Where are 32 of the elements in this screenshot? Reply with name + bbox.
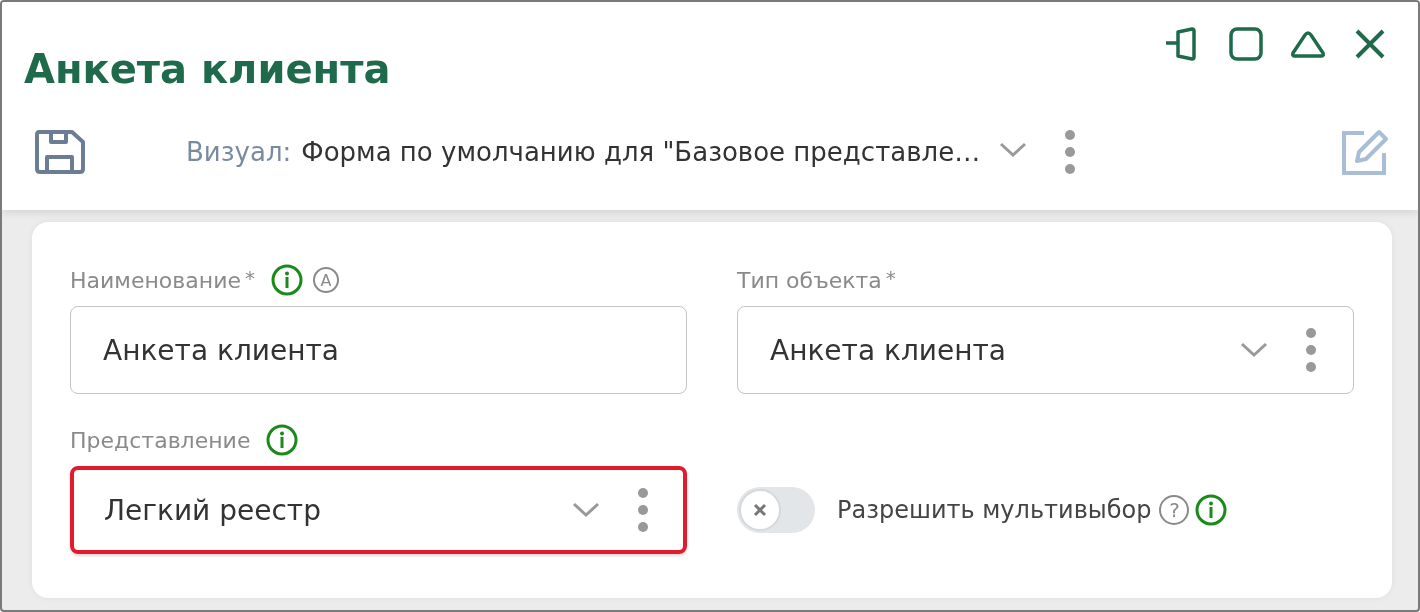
- required-mark: *: [885, 266, 896, 290]
- field-label: Представление: [70, 427, 251, 453]
- chevron-down-icon[interactable]: [571, 501, 601, 519]
- field-label: Наименование: [70, 267, 241, 293]
- text-field[interactable]: Анкета клиента: [70, 306, 687, 394]
- info-icon[interactable]: [1195, 494, 1228, 526]
- more-icon[interactable]: [1305, 327, 1317, 373]
- maximize-button[interactable]: [1226, 24, 1266, 64]
- more-icon[interactable]: [1064, 129, 1077, 175]
- help-icon[interactable]: ?: [1159, 495, 1190, 525]
- more-icon[interactable]: [637, 487, 649, 533]
- save-button[interactable]: [34, 129, 86, 175]
- info-icon[interactable]: [266, 424, 299, 456]
- triangle-icon: [1289, 29, 1327, 59]
- square-icon: [1229, 27, 1263, 61]
- floppy-icon: [34, 129, 86, 175]
- edit-icon: [1340, 127, 1390, 177]
- info-icon[interactable]: [270, 264, 303, 296]
- toggle-label: Разрешить мультивыбор: [837, 496, 1152, 524]
- chevron-down-icon[interactable]: [998, 141, 1029, 159]
- window-title: Анкета клиента: [24, 46, 391, 92]
- visual-value[interactable]: Форма по умолчанию для "Базовое представле…: [301, 137, 981, 167]
- chevron-down-icon[interactable]: [1239, 341, 1269, 359]
- auto-badge: A: [312, 267, 339, 293]
- visual-label: Визуал:: [186, 137, 292, 167]
- field-label: Тип объекта: [737, 267, 882, 293]
- toggle-switch[interactable]: [737, 487, 815, 533]
- cross-icon: [753, 503, 767, 517]
- select-field[interactable]: Легкий реестр: [70, 466, 687, 554]
- select-field[interactable]: Анкета клиента: [737, 306, 1354, 394]
- close-icon: [1354, 28, 1386, 60]
- required-mark: *: [244, 266, 255, 290]
